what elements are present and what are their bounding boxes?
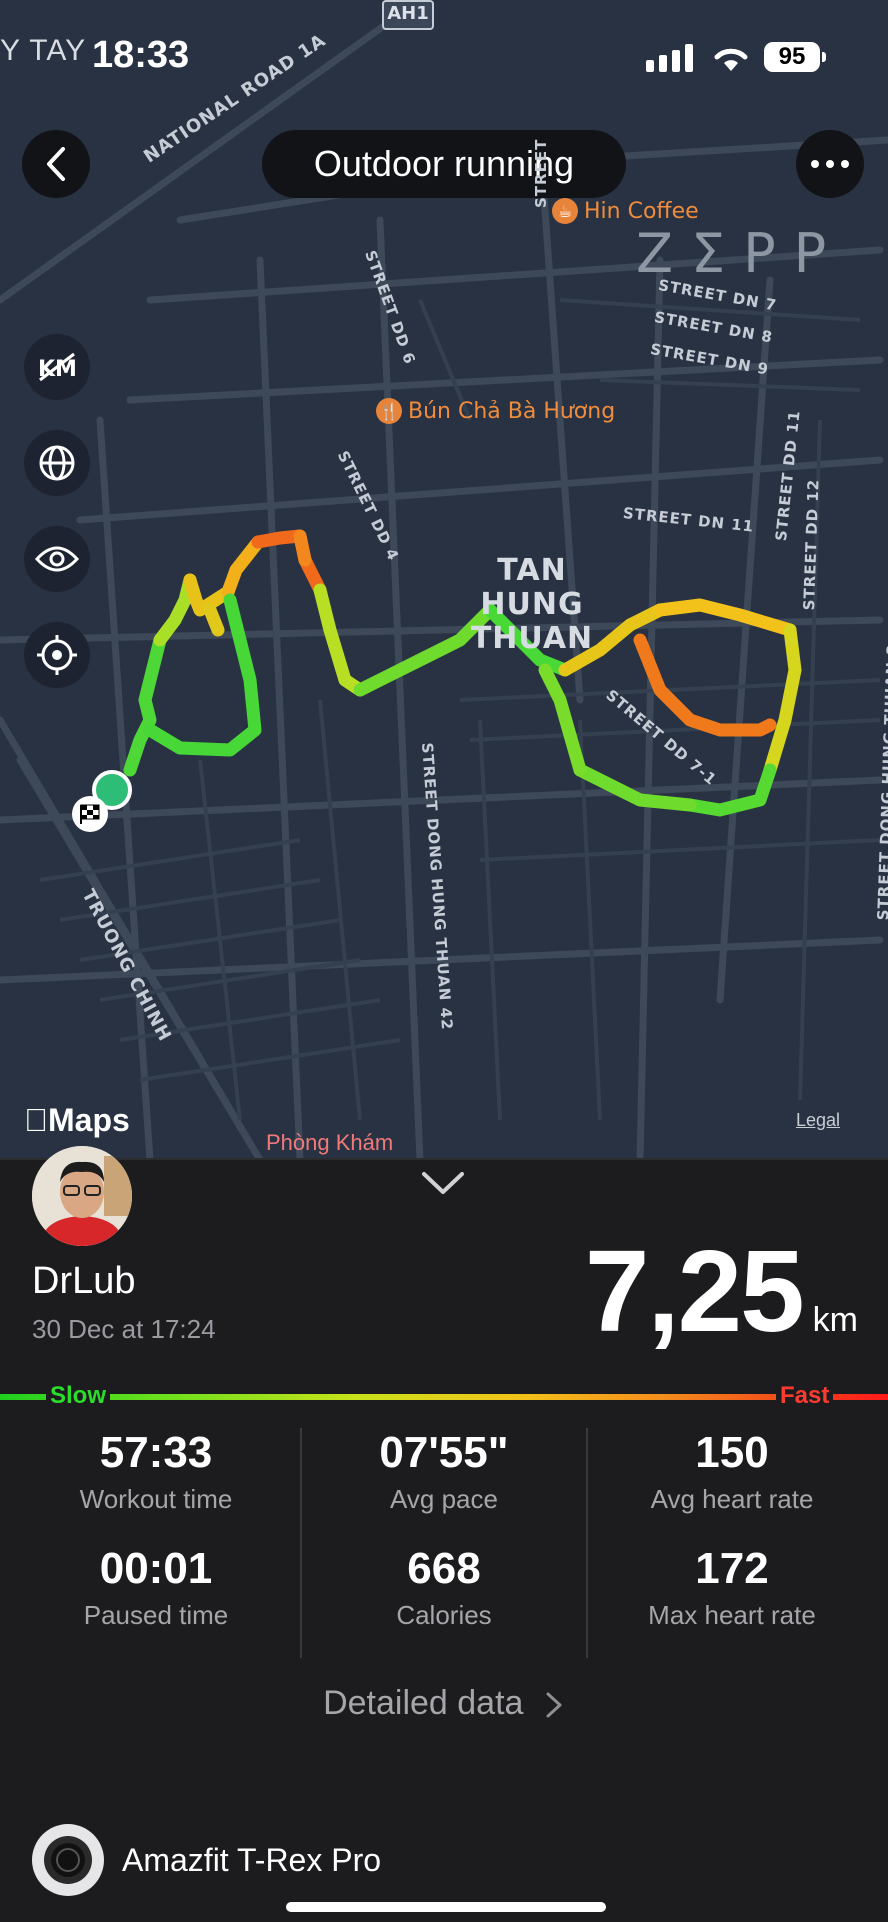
pace-gradient: [0, 1394, 888, 1400]
stat-label: Calories: [396, 1600, 492, 1630]
ellipsis-icon: [811, 160, 849, 168]
zepp-watermark: ZΣPP: [636, 222, 845, 285]
pace-slow-label: Slow: [46, 1382, 111, 1410]
stat-workout-time: 57:33 Workout time: [8, 1428, 304, 1515]
map-type-button[interactable]: [24, 430, 90, 496]
stat-label: Max heart rate: [648, 1600, 816, 1630]
page-title: Outdoor running: [262, 130, 626, 198]
avatar[interactable]: [32, 1146, 132, 1246]
clock: 18:33: [92, 34, 190, 76]
route-map[interactable]: Y TAY 18:33 95 Outdoor running KM NATION…: [0, 0, 888, 1160]
column-divider: [586, 1428, 588, 1658]
workout-summary-panel: DrLub 30 Dec at 17:24 7,25 km Slow Fast …: [0, 1146, 888, 1922]
maps-logo-text: Maps: [24, 1102, 130, 1138]
stat-label: Avg pace: [390, 1484, 498, 1514]
stat-value: 150: [695, 1428, 769, 1477]
street-label: STREET: [532, 138, 550, 208]
home-indicator[interactable]: [286, 1902, 606, 1912]
apple-icon: : [24, 1102, 48, 1138]
district-label-line1: TAN HUNG: [480, 553, 584, 622]
legal-link[interactable]: Legal: [796, 1110, 840, 1131]
km-off-icon: KM: [38, 352, 77, 382]
distance-readout: 7,25 km: [585, 1224, 858, 1358]
stat-label: Workout time: [79, 1484, 233, 1514]
finish-marker[interactable]: [72, 796, 108, 832]
device-row[interactable]: Amazfit T-Rex Pro: [32, 1824, 381, 1896]
watch-icon: [32, 1824, 104, 1896]
wifi-icon: [714, 48, 748, 71]
workout-date: 30 Dec at 17:24: [32, 1314, 216, 1344]
visibility-toggle[interactable]: [24, 526, 90, 592]
km-markers-toggle[interactable]: KM: [24, 334, 90, 400]
poi-coffee[interactable]: ☕ Hin Coffee: [552, 198, 699, 224]
poi-restaurant[interactable]: 🍴 Bún Chả Bà Hương: [376, 398, 615, 424]
pace-fast-label: Fast: [776, 1382, 834, 1410]
checkered-flag-icon: [80, 804, 100, 824]
stat-value: 668: [407, 1544, 481, 1593]
stat-paused-time: 00:01 Paused time: [8, 1544, 304, 1631]
stat-label: Avg heart rate: [650, 1484, 814, 1514]
district-label-line2: THUAN: [470, 621, 594, 656]
detailed-data-link[interactable]: Detailed data: [0, 1684, 888, 1723]
stat-avg-heart-rate: 150 Avg heart rate: [584, 1428, 880, 1515]
stat-calories: 668 Calories: [296, 1544, 592, 1631]
more-button[interactable]: [796, 130, 864, 198]
carrier-label: Y TAY: [0, 34, 87, 67]
coffee-icon: ☕: [552, 198, 578, 224]
restaurant-icon: 🍴: [376, 398, 402, 424]
distance-value: 7,25: [584, 1226, 805, 1356]
poi-restaurant-label: Bún Chả Bà Hương: [408, 398, 616, 424]
watch-face-graphic: [44, 1836, 92, 1884]
pace-legend: Slow Fast: [0, 1382, 888, 1410]
locate-icon: [37, 635, 77, 675]
chevron-right-icon: [546, 1692, 562, 1718]
stat-value: 57:33: [99, 1428, 213, 1477]
battery-indicator: 95: [764, 42, 820, 72]
stats-grid: 57:33 Workout time 07'55" Avg pace 150 A…: [0, 1428, 888, 1658]
back-button[interactable]: [22, 130, 90, 198]
eye-icon: [34, 546, 80, 572]
apple-maps-logo: Maps: [24, 1102, 130, 1139]
stat-value: 07'55": [379, 1428, 509, 1477]
status-bar: Y TAY 18:33 95: [0, 0, 888, 110]
signal-icon: [646, 44, 693, 72]
detailed-data-label: Detailed data: [323, 1684, 524, 1722]
stat-value: 172: [695, 1544, 769, 1593]
user-photo: [32, 1146, 132, 1246]
highway-shield: AH1: [382, 0, 434, 30]
chevron-left-icon: [47, 147, 65, 181]
stat-label: Paused time: [83, 1600, 229, 1630]
user-name: DrLub: [32, 1260, 136, 1302]
poi-coffee-label: Hin Coffee: [584, 198, 699, 224]
district-label: TAN HUNG THUAN: [442, 554, 622, 656]
stat-avg-pace: 07'55" Avg pace: [296, 1428, 592, 1515]
stat-max-heart-rate: 172 Max heart rate: [584, 1544, 880, 1631]
distance-unit: km: [812, 1301, 858, 1339]
globe-icon: [39, 445, 75, 481]
locate-button[interactable]: [24, 622, 90, 688]
poi-clinic[interactable]: Phòng Khám: [266, 1130, 393, 1156]
device-name: Amazfit T-Rex Pro: [122, 1841, 382, 1878]
column-divider: [300, 1428, 302, 1658]
stat-value: 00:01: [99, 1544, 213, 1593]
chevron-down-icon[interactable]: [420, 1170, 466, 1196]
battery-tip: [822, 52, 826, 62]
